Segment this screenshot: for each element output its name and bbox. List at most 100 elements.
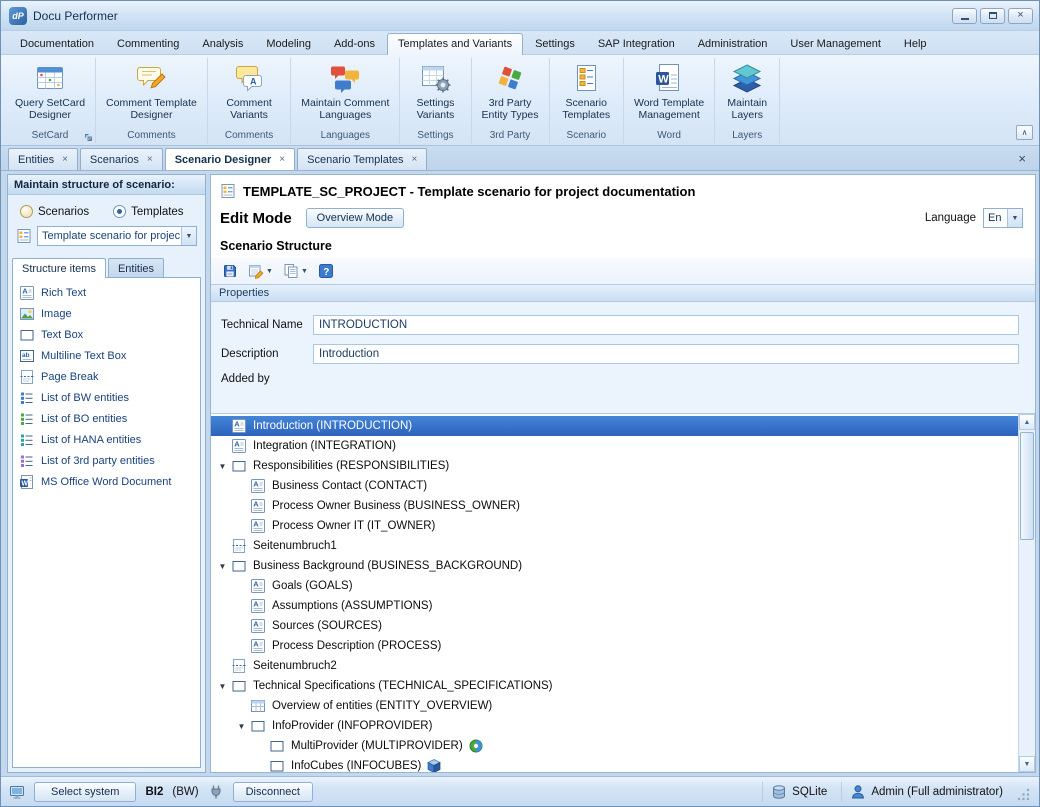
minimize-icon	[961, 18, 969, 20]
structure-item-list-of-bw-entities[interactable]: List of BW entities	[16, 388, 197, 408]
tree-node-process-description-process[interactable]: AProcess Description (PROCESS)	[211, 636, 1018, 656]
ribbon-button-word-template-management[interactable]: WWord Template Management	[627, 59, 711, 122]
tree-node-label: Business Contact (CONTACT)	[272, 480, 427, 492]
list-hana-icon	[19, 432, 35, 448]
structure-item-list-of-3rd-party-entities[interactable]: List of 3rd party entities	[16, 451, 197, 471]
scroll-down-button[interactable]: ▼	[1019, 756, 1035, 772]
tab-close-icon[interactable]: ×	[412, 154, 418, 165]
menu-tab-templates-and-variants[interactable]: Templates and Variants	[387, 33, 523, 55]
scrollbar-track[interactable]	[1019, 430, 1035, 756]
sidebar-tabs: Structure itemsEntities	[8, 256, 205, 278]
dialog-launcher-button[interactable]	[83, 132, 93, 142]
expander-icon[interactable]: ▼	[214, 462, 231, 471]
tree-node-responsibilities-responsibilities[interactable]: ▼Responsibilities (RESPONSIBILITIES)	[211, 456, 1018, 476]
structure-item-text-box[interactable]: Text Box	[16, 325, 197, 345]
toolbar-help-button[interactable]: ?	[315, 261, 337, 281]
doc-tab-scenario-designer[interactable]: Scenario Designer×	[165, 148, 295, 170]
overview-mode-button[interactable]: Overview Mode	[306, 208, 404, 228]
expander-icon[interactable]: ▼	[233, 722, 250, 731]
vertical-scrollbar[interactable]: ▲ ▼	[1018, 414, 1035, 772]
menu-tab-modeling[interactable]: Modeling	[255, 33, 322, 54]
svg-text:A: A	[253, 580, 259, 589]
expander-icon[interactable]: ▼	[214, 682, 231, 691]
toolbar-save-button[interactable]	[219, 261, 241, 281]
sidebar-tab-entities[interactable]: Entities	[108, 258, 164, 278]
tree-node-infoprovider-infoprovider[interactable]: ▼InfoProvider (INFOPROVIDER)	[211, 716, 1018, 736]
tree-node-seitenumbruch2[interactable]: Seitenumbruch2	[211, 656, 1018, 676]
chevron-down-icon[interactable]: ▼	[181, 227, 196, 245]
ribbon-button-3rd-party-entity-types[interactable]: 3rd Party Entity Types	[475, 59, 546, 122]
menu-tab-sap-integration[interactable]: SAP Integration	[587, 33, 686, 54]
tree-node-infocubes-infocubes[interactable]: InfoCubes (INFOCUBES)	[211, 756, 1018, 772]
menu-tab-documentation[interactable]: Documentation	[9, 33, 105, 54]
tree-node-process-owner-business-business-owner[interactable]: AProcess Owner Business (BUSINESS_OWNER)	[211, 496, 1018, 516]
structure-item-page-break[interactable]: Page Break	[16, 367, 197, 387]
tab-close-icon[interactable]: ×	[147, 154, 153, 165]
tree-node-seitenumbruch1[interactable]: Seitenumbruch1	[211, 536, 1018, 556]
tree-node-business-background-business-background[interactable]: ▼Business Background (BUSINESS_BACKGROUN…	[211, 556, 1018, 576]
collapse-ribbon-button[interactable]: ∧	[1016, 125, 1033, 140]
doc-tab-entities[interactable]: Entities×	[8, 148, 78, 170]
minimize-button[interactable]	[952, 8, 977, 24]
scrollbar-thumb[interactable]	[1020, 432, 1034, 540]
sidebar-tab-structure-items[interactable]: Structure items	[12, 258, 106, 278]
toolbar-export-dropdown-button[interactable]: ▼	[280, 261, 311, 281]
language-combobox[interactable]: En ▼	[983, 208, 1023, 228]
tree-node-goals-goals[interactable]: AGoals (GOALS)	[211, 576, 1018, 596]
structure-item-list-of-hana-entities[interactable]: List of HANA entities	[16, 430, 197, 450]
structure-item-label: List of BO entities	[41, 413, 127, 425]
radio-scenarios[interactable]: Scenarios	[20, 205, 89, 218]
tabstrip-close-icon[interactable]: ×	[1013, 149, 1031, 168]
tree-node-assumptions-assumptions[interactable]: AAssumptions (ASSUMPTIONS)	[211, 596, 1018, 616]
technical-name-input[interactable]	[313, 315, 1019, 335]
menu-tab-administration[interactable]: Administration	[687, 33, 779, 54]
tree-node-technical-specifications-technical-specifications[interactable]: ▼Technical Specifications (TECHNICAL_SPE…	[211, 676, 1018, 696]
structure-item-image[interactable]: Image	[16, 304, 197, 324]
tree-node-sources-sources[interactable]: ASources (SOURCES)	[211, 616, 1018, 636]
tab-close-icon[interactable]: ×	[279, 154, 285, 165]
infocube-icon	[426, 758, 442, 772]
menu-tab-commenting[interactable]: Commenting	[106, 33, 190, 54]
select-system-button[interactable]: Select system	[34, 782, 136, 802]
rich-text-icon: A	[250, 638, 266, 654]
scenario-template-combobox[interactable]: Template scenario for projec ▼	[37, 226, 197, 246]
ribbon-button-comment-template-designer[interactable]: Comment Template Designer	[99, 59, 204, 122]
description-input[interactable]	[313, 344, 1019, 364]
tree-node-overview-of-entities-entity-overview[interactable]: Overview of entities (ENTITY_OVERVIEW)	[211, 696, 1018, 716]
menu-tab-user-management[interactable]: User Management	[779, 33, 892, 54]
menu-tab-add-ons[interactable]: Add-ons	[323, 33, 386, 54]
ribbon-button-comment-variants[interactable]: AComment Variants	[219, 59, 279, 122]
tree-node-label: Sources (SOURCES)	[272, 620, 382, 632]
structure-item-multiline-text-box[interactable]: abMultiline Text Box	[16, 346, 197, 366]
menu-tab-settings[interactable]: Settings	[524, 33, 586, 54]
ribbon-button-settings-variants[interactable]: Settings Variants	[409, 59, 461, 122]
tree-node-multiprovider-multiprovider[interactable]: MultiProvider (MULTIPROVIDER)	[211, 736, 1018, 756]
close-button[interactable]: ×	[1008, 8, 1033, 24]
ribbon-button-maintain-comment-languages[interactable]: Maintain Comment Languages	[294, 59, 396, 122]
scroll-up-button[interactable]: ▲	[1019, 414, 1035, 430]
menu-tab-analysis[interactable]: Analysis	[191, 33, 254, 54]
tree-node-business-contact-contact[interactable]: ABusiness Contact (CONTACT)	[211, 476, 1018, 496]
disconnect-button[interactable]: Disconnect	[233, 782, 313, 802]
tree-node-integration-integration[interactable]: AIntegration (INTEGRATION)	[211, 436, 1018, 456]
doc-tab-scenario-templates[interactable]: Scenario Templates×	[297, 148, 427, 170]
chevron-down-icon[interactable]: ▼	[266, 268, 273, 275]
resize-grip[interactable]	[1017, 788, 1031, 802]
menu-tab-help[interactable]: Help	[893, 33, 938, 54]
expander-icon[interactable]: ▼	[214, 562, 231, 571]
structure-item-list-of-bo-entities[interactable]: List of BO entities	[16, 409, 197, 429]
structure-item-ms-office-word-document[interactable]: WMS Office Word Document	[16, 472, 197, 492]
tab-close-icon[interactable]: ×	[62, 154, 68, 165]
doc-tab-scenarios[interactable]: Scenarios×	[80, 148, 163, 170]
chevron-down-icon[interactable]: ▼	[301, 268, 308, 275]
tree-node-introduction-introduction[interactable]: AIntroduction (INTRODUCTION)	[211, 416, 1018, 436]
chevron-down-icon[interactable]: ▼	[1007, 209, 1022, 227]
structure-item-rich-text[interactable]: ARich Text	[16, 283, 197, 303]
radio-templates[interactable]: Templates	[113, 205, 183, 218]
toolbar-template-dropdown-button[interactable]: ▼	[245, 261, 276, 281]
maximize-button[interactable]	[980, 8, 1005, 24]
ribbon-button-maintain-layers[interactable]: Maintain Layers	[720, 59, 774, 122]
ribbon-button-query-setcard-designer[interactable]: Query SetCard Designer	[8, 59, 92, 122]
ribbon-button-scenario-templates[interactable]: Scenario Templates	[555, 59, 617, 122]
tree-node-process-owner-it-it-owner[interactable]: AProcess Owner IT (IT_OWNER)	[211, 516, 1018, 536]
